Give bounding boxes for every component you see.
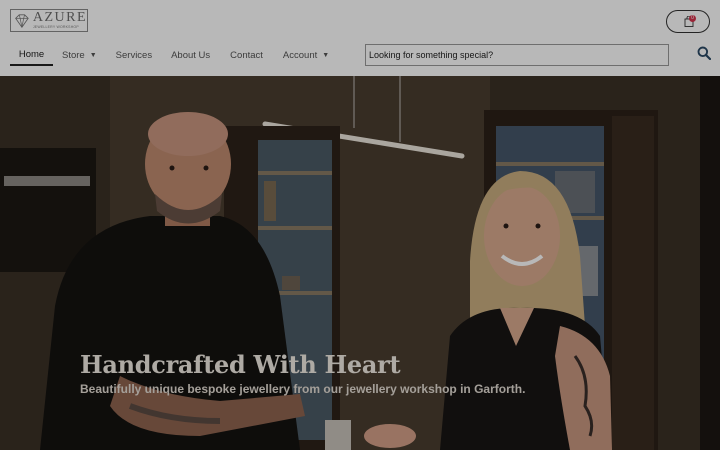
page: AZURE JEWELLERY WORKSHOP 0 Home Store ▼ … <box>0 0 720 450</box>
hero-banner: Handcrafted With Heart Beautifully uniqu… <box>0 76 720 450</box>
hero-subtitle: Beautifully unique bespoke jewellery fro… <box>80 382 526 396</box>
nav-item-account[interactable]: Account ▼ <box>283 44 329 66</box>
nav-item-label: Services <box>115 49 153 61</box>
nav-item-label: About Us <box>171 49 211 61</box>
nav-item-label: Store <box>62 49 85 61</box>
nav-item-label: Account <box>282 49 318 61</box>
hero-title: Handcrafted With Heart <box>80 350 401 379</box>
gem-icon <box>15 13 29 28</box>
search-input[interactable] <box>365 44 669 66</box>
cart-count-badge: 0 <box>689 15 696 22</box>
caret-down-icon: ▼ <box>89 51 97 59</box>
brand-tagline: JEWELLERY WORKSHOP <box>32 25 79 30</box>
nav-item-home[interactable]: Home <box>10 44 53 66</box>
nav-item-label: Home <box>18 48 45 60</box>
main-nav: Home Store ▼ Services About Us Contact A… <box>10 44 329 68</box>
nav-item-store[interactable]: Store ▼ <box>62 44 97 66</box>
logo-text: AZURE JEWELLERY WORKSHOP <box>33 11 87 30</box>
site-header: AZURE JEWELLERY WORKSHOP 0 Home Store ▼ … <box>0 0 720 76</box>
nav-item-label: Contact <box>230 49 263 61</box>
nav-item-about-us[interactable]: About Us <box>171 44 210 66</box>
nav-item-contact[interactable]: Contact <box>230 44 263 66</box>
caret-down-icon: ▼ <box>322 51 330 59</box>
cart-button[interactable]: 0 <box>666 10 710 33</box>
brand-name: AZURE <box>32 10 87 26</box>
site-logo[interactable]: AZURE JEWELLERY WORKSHOP <box>10 9 88 32</box>
nav-item-services[interactable]: Services <box>116 44 152 66</box>
search-icon[interactable] <box>697 46 711 60</box>
